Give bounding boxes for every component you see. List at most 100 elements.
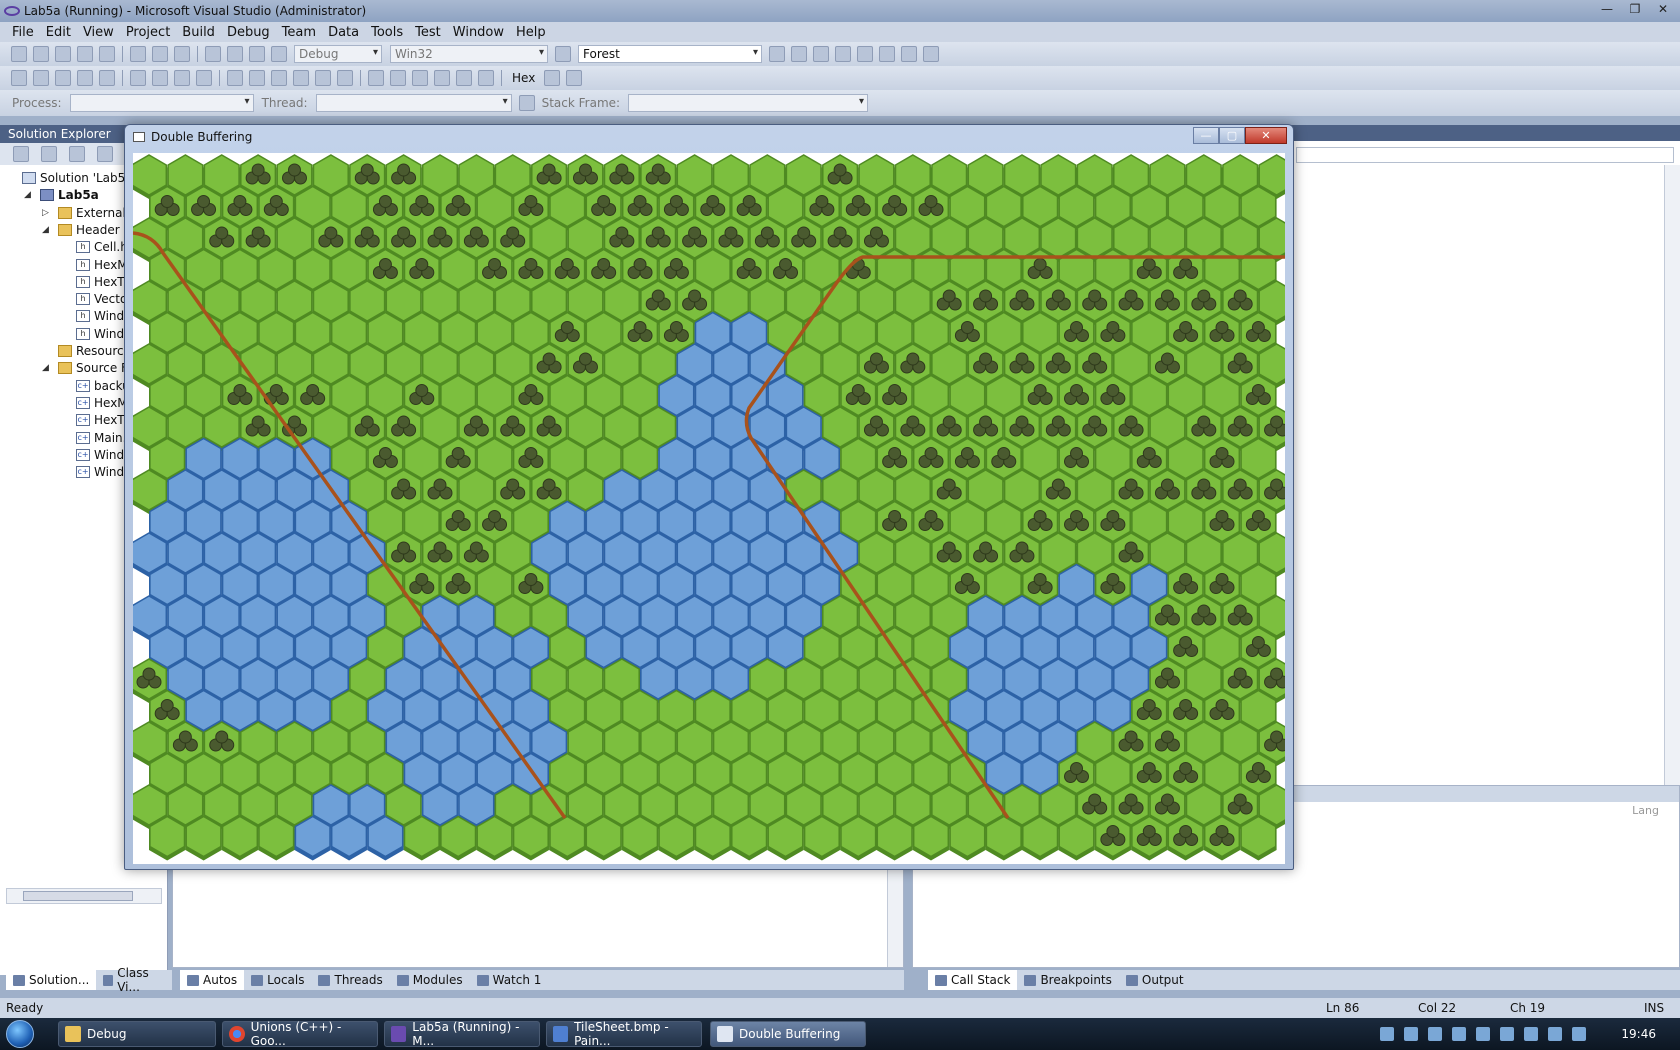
clear-bookmarks-icon[interactable] bbox=[293, 70, 309, 86]
stack-frame-select[interactable] bbox=[628, 94, 869, 112]
game-maximize-button[interactable]: ▢ bbox=[1219, 127, 1245, 144]
new-project-icon[interactable] bbox=[11, 46, 27, 62]
minimize-button[interactable]: — bbox=[1596, 1, 1618, 17]
language-column-header[interactable]: Lang bbox=[1632, 804, 1659, 817]
tree-item[interactable]: c+ Main. bbox=[76, 431, 126, 445]
game-client-area[interactable] bbox=[133, 153, 1285, 864]
extension-icon[interactable] bbox=[901, 46, 917, 62]
taskbar-item-paint[interactable]: TileSheet.bmp - Pain... bbox=[546, 1020, 702, 1048]
menu-project[interactable]: Project bbox=[120, 25, 176, 40]
redo-icon[interactable] bbox=[227, 46, 243, 62]
tree-item[interactable]: h HexM bbox=[76, 258, 128, 272]
hex-toggle[interactable]: Hex bbox=[512, 71, 535, 85]
menu-edit[interactable]: Edit bbox=[40, 25, 77, 40]
platform-select[interactable]: Win32 bbox=[390, 45, 548, 63]
save-all-icon[interactable] bbox=[99, 46, 115, 62]
tray-app-icon[interactable] bbox=[1452, 1027, 1466, 1041]
solution-explorer-scrollbar[interactable] bbox=[6, 888, 162, 904]
indent-icon[interactable] bbox=[99, 70, 115, 86]
tray-app-icon[interactable] bbox=[1380, 1027, 1394, 1041]
tree-item[interactable]: h HexTi bbox=[76, 275, 128, 289]
bookmark-icon[interactable] bbox=[227, 70, 243, 86]
step-into-icon[interactable] bbox=[315, 70, 331, 86]
expand-toggle-icon[interactable]: ◢ bbox=[42, 363, 49, 373]
cut-icon[interactable] bbox=[130, 46, 146, 62]
solution-explorer-icon[interactable] bbox=[769, 46, 785, 62]
expand-toggle-icon[interactable]: ◢ bbox=[24, 190, 31, 200]
menu-help[interactable]: Help bbox=[510, 25, 552, 40]
show-next-statement-icon[interactable] bbox=[456, 70, 472, 86]
tree-item[interactable]: c+ HexM bbox=[76, 396, 128, 410]
game-minimize-button[interactable]: — bbox=[1193, 127, 1219, 144]
tree-item[interactable]: Source Fil bbox=[58, 361, 134, 375]
tray-app-icon[interactable] bbox=[1404, 1027, 1418, 1041]
start-button[interactable] bbox=[0, 1018, 40, 1050]
tab-output[interactable]: Output bbox=[1119, 970, 1191, 990]
menu-view[interactable]: View bbox=[77, 25, 120, 40]
tray-app-icon[interactable] bbox=[1476, 1027, 1490, 1041]
start-page-icon[interactable] bbox=[879, 46, 895, 62]
tab-class-view[interactable]: Class Vi... bbox=[96, 966, 172, 994]
find-in-files-icon[interactable] bbox=[555, 46, 571, 62]
parameter-info-icon[interactable] bbox=[33, 70, 49, 86]
find-combo[interactable]: Forest bbox=[578, 45, 762, 63]
tab-watch-1[interactable]: Watch 1 bbox=[470, 970, 549, 990]
stop-debugging-icon[interactable] bbox=[412, 70, 428, 86]
tree-item[interactable]: Lab5a bbox=[40, 188, 99, 202]
breakpoint-icon[interactable] bbox=[544, 70, 561, 86]
tray-app-icon[interactable] bbox=[1500, 1027, 1514, 1041]
tab-solution-explorer[interactable]: Solution... bbox=[6, 970, 97, 990]
tree-item[interactable]: h Vecto bbox=[76, 292, 127, 306]
tray-app-icon[interactable] bbox=[1428, 1027, 1442, 1041]
editor-vertical-scrollbar[interactable] bbox=[1664, 165, 1680, 785]
step-out-icon[interactable] bbox=[478, 70, 494, 86]
tab-call-stack[interactable]: Call Stack bbox=[928, 970, 1018, 990]
show-all-files-icon[interactable] bbox=[41, 146, 57, 162]
thread-select[interactable] bbox=[315, 94, 512, 112]
class-diagram-icon[interactable] bbox=[97, 146, 113, 162]
increase-indent-icon[interactable] bbox=[152, 70, 168, 86]
step-over-icon[interactable] bbox=[337, 70, 353, 86]
autos-scrollbar[interactable] bbox=[887, 856, 903, 967]
tree-item[interactable]: Resource bbox=[58, 344, 131, 358]
tree-item[interactable]: c+ HexTi bbox=[76, 413, 128, 427]
properties-icon[interactable] bbox=[13, 146, 29, 162]
close-button[interactable]: ✕ bbox=[1652, 1, 1674, 17]
expand-toggle-icon[interactable]: ◢ bbox=[42, 225, 49, 235]
tree-item[interactable]: h Cell.h bbox=[76, 240, 128, 254]
menu-test[interactable]: Test bbox=[409, 25, 447, 40]
navigate-icon[interactable] bbox=[249, 46, 265, 62]
quick-info-icon[interactable] bbox=[55, 70, 71, 86]
taskbar-item-debug[interactable]: Debug bbox=[58, 1021, 216, 1047]
menu-tools[interactable]: Tools bbox=[365, 25, 409, 40]
open-file-icon[interactable] bbox=[55, 46, 71, 62]
restart-icon[interactable] bbox=[434, 70, 450, 86]
continue-icon[interactable] bbox=[368, 70, 384, 86]
game-close-button[interactable]: ✕ bbox=[1245, 127, 1287, 144]
taskbar-item-double-buffering[interactable]: Double Buffering bbox=[710, 1021, 866, 1047]
clock[interactable]: 19:46 bbox=[1621, 1027, 1656, 1041]
tab-modules[interactable]: Modules bbox=[390, 970, 470, 990]
undo-icon[interactable] bbox=[205, 46, 221, 62]
next-bookmark-icon[interactable] bbox=[271, 70, 287, 86]
break-all-icon[interactable] bbox=[390, 70, 406, 86]
hex-map[interactable] bbox=[133, 153, 1285, 864]
add-item-icon[interactable] bbox=[33, 46, 49, 62]
maximize-button[interactable]: ❐ bbox=[1624, 1, 1646, 17]
menu-file[interactable]: File bbox=[6, 25, 40, 40]
expand-toggle-icon[interactable]: ▷ bbox=[42, 208, 49, 218]
comment-icon[interactable] bbox=[174, 70, 190, 86]
tools-icon[interactable] bbox=[857, 46, 873, 62]
save-icon[interactable] bbox=[77, 46, 93, 62]
object-browser-icon[interactable] bbox=[813, 46, 829, 62]
menu-build[interactable]: Build bbox=[176, 25, 221, 40]
process-select[interactable] bbox=[69, 94, 254, 112]
menu-window[interactable]: Window bbox=[447, 25, 510, 40]
uncomment-icon[interactable] bbox=[196, 70, 212, 86]
tab-autos[interactable]: Autos bbox=[180, 970, 245, 990]
tray-volume-icon[interactable] bbox=[1572, 1027, 1586, 1041]
configuration-select[interactable]: Debug bbox=[294, 45, 382, 63]
taskbar-item-visual-studio[interactable]: Lab5a (Running) - M... bbox=[384, 1020, 540, 1048]
display-object-member-list-icon[interactable] bbox=[11, 70, 27, 86]
game-window[interactable]: Double Buffering — ▢ ✕ bbox=[124, 124, 1294, 870]
